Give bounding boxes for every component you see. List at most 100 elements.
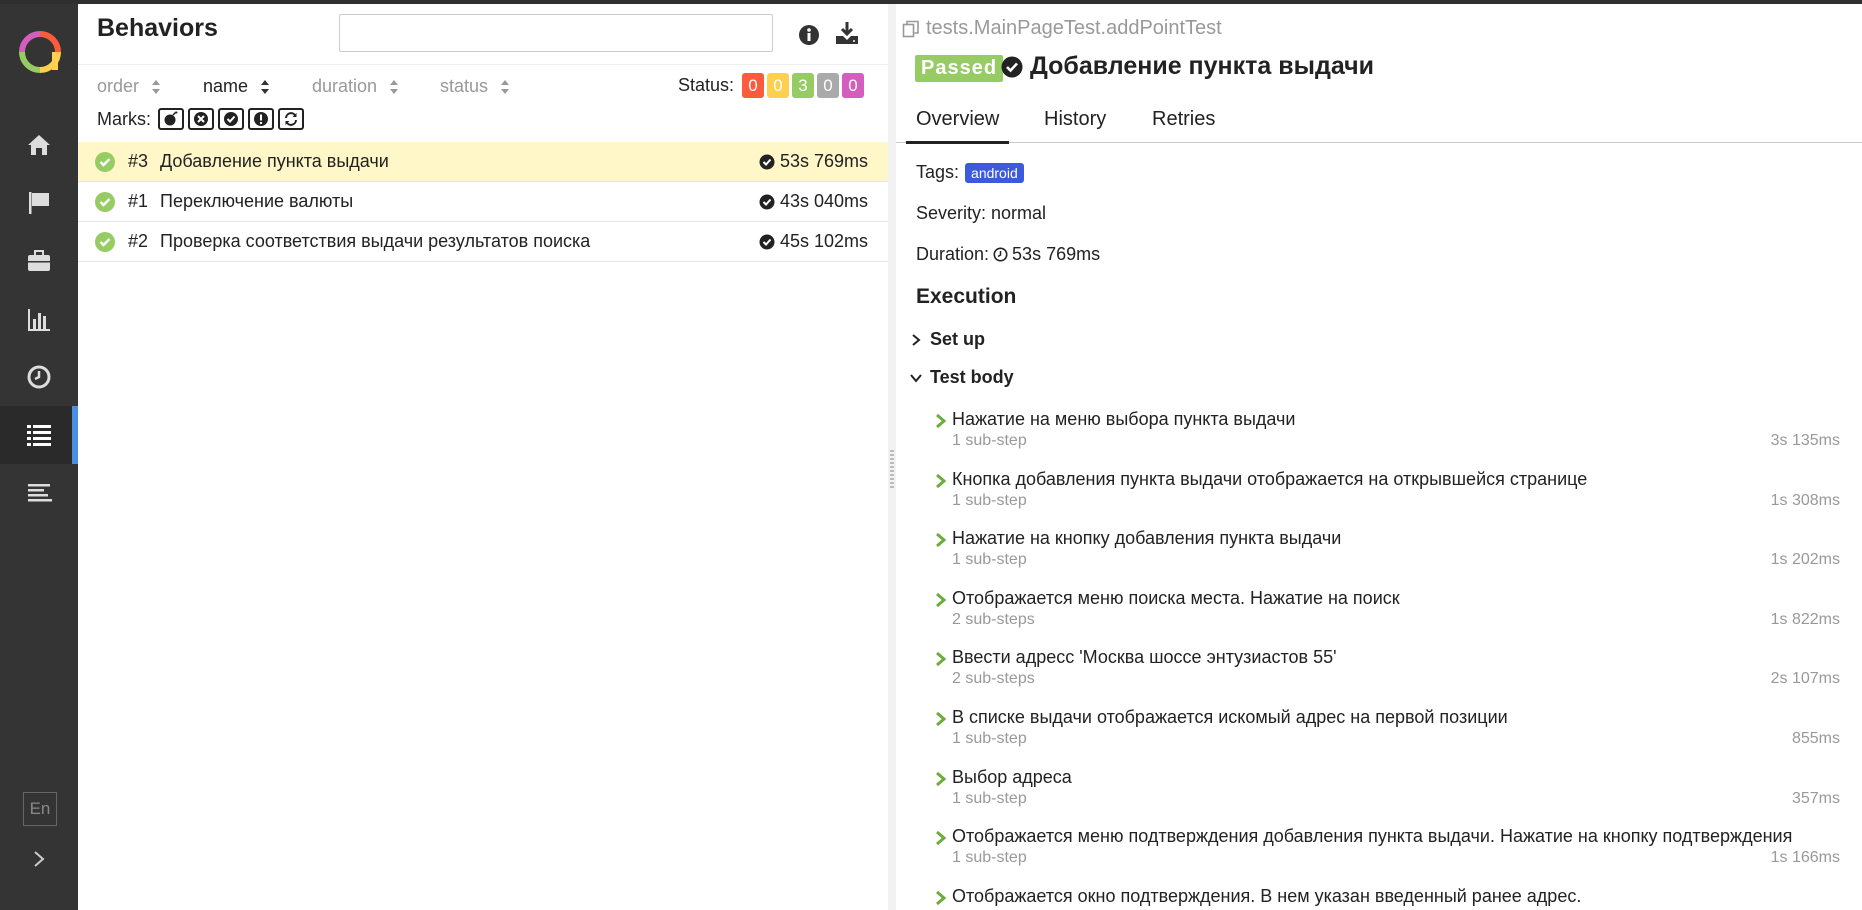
tree-row[interactable]: #2 Проверка соответствия выдачи результа…: [78, 222, 888, 262]
sort-status-label: status: [440, 76, 489, 96]
step-item[interactable]: В списке выдачи отображается искомый адр…: [934, 707, 1844, 763]
sort-duration-label: duration: [312, 76, 378, 96]
new-failed-icon: [164, 111, 178, 126]
clock-icon: [993, 247, 1008, 262]
chevron-right-icon: [936, 413, 947, 429]
step-item[interactable]: Выбор адреса 1 sub-step 357ms: [934, 767, 1844, 823]
status-passed-badge[interactable]: 3: [792, 73, 815, 98]
flag-icon: [29, 192, 49, 214]
setup-label: Set up: [930, 329, 986, 349]
step-item[interactable]: Отображается меню подтверждения добавлен…: [934, 826, 1844, 882]
briefcase-icon: [28, 250, 50, 271]
setup-section[interactable]: Set up: [910, 329, 985, 350]
chevron-right-icon: [936, 652, 947, 667]
step-item[interactable]: Ввести адресс 'Москва шоссе энтузиастов …: [934, 647, 1844, 703]
step-duration: 1s 822ms: [1770, 610, 1840, 628]
step-substeps: 1 sub-step: [952, 432, 1027, 449]
step-duration: 2s 107ms: [1770, 670, 1840, 688]
retry-icon: [285, 112, 297, 126]
passed-mark-button[interactable]: [218, 108, 244, 130]
step-item[interactable]: Нажатие на меню выбора пункта выдачи 1 su…: [934, 409, 1844, 465]
nav-behaviors[interactable]: [0, 406, 78, 464]
pane-title: Behaviors: [97, 14, 218, 42]
row-name: Проверка соответствия выдачи результатов…: [160, 231, 591, 251]
step-substeps: 2 sub-steps: [952, 610, 1035, 628]
sort-name-label: name: [203, 76, 249, 96]
sort-name[interactable]: name: [203, 76, 270, 97]
sort-duration[interactable]: duration: [312, 76, 399, 97]
tab-history[interactable]: History: [1044, 108, 1106, 131]
step-duration: 357ms: [1791, 789, 1840, 807]
status-failed-badge[interactable]: 0: [742, 73, 765, 98]
chevron-right-icon: [936, 831, 947, 846]
splitter-grip[interactable]: [890, 450, 894, 490]
nav-suites[interactable]: [0, 232, 78, 290]
sort-icon: [152, 79, 161, 94]
duration-value: 53s 769ms: [1012, 244, 1101, 264]
copy-icon[interactable]: [902, 20, 920, 38]
pane-splitter[interactable]: [888, 4, 896, 910]
info-icon[interactable]: [796, 22, 822, 48]
sort-status[interactable]: status: [440, 76, 510, 97]
new-failed-mark-button[interactable]: [158, 108, 184, 130]
step-name: Ввести адресс 'Москва шоссе энтузиастов …: [952, 647, 1337, 668]
severity-row: Severity: normal: [916, 203, 1046, 224]
info-circle-icon: [254, 112, 268, 126]
row-duration: 45s 102ms: [759, 231, 868, 252]
tab-retries[interactable]: Retries: [1152, 108, 1215, 131]
chevron-right-icon: [34, 851, 45, 867]
check-circle-icon: [224, 112, 238, 126]
test-title: Добавление пункта выдачи: [1001, 52, 1374, 81]
sort-order[interactable]: order: [97, 76, 161, 97]
step-substeps: 1 sub-step: [952, 730, 1027, 747]
tag-badge[interactable]: android: [965, 162, 1024, 183]
severity-text: Severity: normal: [916, 203, 1047, 223]
info-mark-button[interactable]: [248, 108, 274, 130]
sort-icon: [261, 79, 270, 94]
duration-row: Duration: 53s 769ms: [916, 244, 1100, 265]
tags-label: Tags:: [916, 162, 960, 182]
row-duration-text: 43s 040ms: [779, 191, 868, 211]
download-icon[interactable]: [834, 20, 860, 46]
status-unknown-badge[interactable]: 0: [842, 73, 865, 98]
tree-row[interactable]: #3 Добавление пункта выдачи 53s 769ms: [78, 142, 888, 182]
duration-label: Duration:: [916, 244, 990, 264]
tags-row: Tags: android: [916, 162, 1024, 183]
row-order: #1: [128, 191, 149, 211]
times-circle-icon: [194, 112, 208, 126]
step-item[interactable]: Отображается окно подтверждения. В нем у…: [934, 886, 1844, 910]
bar-chart-icon: [28, 309, 50, 331]
step-item[interactable]: Нажатие на кнопку добавления пункта выда…: [934, 528, 1844, 584]
tree-row[interactable]: #1 Переключение валюты 43s 040ms: [78, 182, 888, 222]
search-input[interactable]: [339, 14, 773, 52]
marks-label: Marks:: [97, 108, 151, 129]
nav-timeline[interactable]: [0, 348, 78, 406]
marks-filter: Marks:: [97, 108, 304, 130]
row-duration-text: 53s 769ms: [779, 151, 868, 171]
status-badge: Passed: [915, 55, 1004, 82]
step-item[interactable]: Отображается меню поиска места. Нажатие …: [934, 588, 1844, 644]
nav-packages[interactable]: [0, 464, 78, 522]
status-skipped-badge[interactable]: 0: [817, 73, 840, 98]
test-body-section[interactable]: Test body: [910, 367, 1014, 388]
nav-categories[interactable]: [0, 174, 78, 232]
test-tree: #3 Добавление пункта выдачи 53s 769ms #1…: [78, 142, 888, 262]
row-name: Добавление пункта выдачи: [160, 151, 389, 171]
sidebar: En: [0, 4, 78, 910]
step-name: Отображается окно подтверждения. В нем у…: [952, 885, 1582, 906]
chevron-right-icon: [936, 473, 947, 488]
nav-graphs[interactable]: [0, 290, 78, 348]
step-duration: 3s 135ms: [1770, 432, 1840, 449]
allure-logo-icon[interactable]: [18, 30, 62, 74]
retry-mark-button[interactable]: [278, 108, 304, 130]
step-item[interactable]: Кнопка добавления пункта выдачи отобража…: [934, 469, 1844, 525]
step-substeps: 1 sub-step: [952, 491, 1027, 509]
status-broken-badge[interactable]: 0: [767, 73, 790, 98]
step-substeps: 1 sub-step: [952, 551, 1027, 569]
language-button[interactable]: En: [23, 792, 57, 826]
expand-sidebar-button[interactable]: [26, 844, 52, 874]
nav-overview[interactable]: [0, 116, 78, 174]
failed-mark-button[interactable]: [188, 108, 214, 130]
home-icon: [28, 135, 50, 155]
tab-overview[interactable]: Overview: [905, 108, 1010, 144]
